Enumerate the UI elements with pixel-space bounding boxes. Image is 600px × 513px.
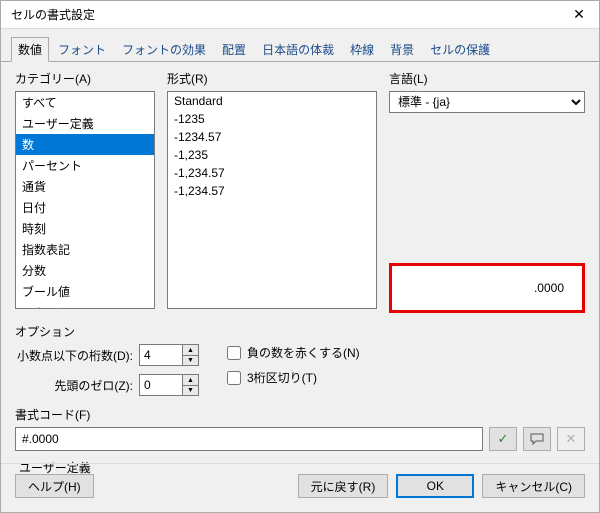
- category-item[interactable]: パーセント: [16, 155, 154, 176]
- decimal-places-label: 小数点以下の桁数(D):: [15, 347, 133, 364]
- leading-zeros-spinner[interactable]: ▲▼: [139, 374, 199, 396]
- tab-0[interactable]: 数値: [11, 37, 49, 62]
- tab-1[interactable]: フォント: [51, 37, 113, 61]
- format-item[interactable]: -1,234.57: [168, 182, 376, 200]
- titlebar: セルの書式設定 ✕: [1, 1, 599, 29]
- category-item[interactable]: テキスト: [16, 302, 154, 309]
- thousands-input[interactable]: [227, 371, 241, 385]
- category-item[interactable]: 日付: [16, 197, 154, 218]
- tab-3[interactable]: 配置: [215, 37, 253, 61]
- preview-box: .0000: [389, 263, 585, 313]
- window-title: セルの書式設定: [11, 6, 95, 23]
- format-heading: 形式(R): [167, 70, 377, 87]
- format-item[interactable]: -1,235: [168, 146, 376, 164]
- comment-icon: [530, 433, 544, 445]
- tab-6[interactable]: 背景: [383, 37, 421, 61]
- tab-2[interactable]: フォントの効果: [115, 37, 213, 61]
- dialog-footer: ヘルプ(H) 元に戻す(R) OK キャンセル(C): [1, 463, 599, 512]
- format-code-input[interactable]: [15, 427, 483, 451]
- close-button[interactable]: ✕: [559, 1, 599, 29]
- category-item[interactable]: 通貨: [16, 176, 154, 197]
- dialog-body: カテゴリー(A) すべてユーザー定義数パーセント通貨日付時刻指数表記分数ブール値…: [1, 62, 599, 484]
- tab-7[interactable]: セルの保護: [423, 37, 497, 61]
- help-button[interactable]: ヘルプ(H): [15, 474, 94, 498]
- tab-strip: 数値フォントフォントの効果配置日本語の体裁枠線背景セルの保護: [1, 29, 599, 62]
- spin-down-icon[interactable]: ▼: [183, 355, 199, 366]
- apply-code-button[interactable]: ✓: [489, 427, 517, 451]
- format-item[interactable]: -1235: [168, 110, 376, 128]
- edit-comment-button[interactable]: [523, 427, 551, 451]
- format-item[interactable]: Standard: [168, 92, 376, 110]
- category-heading: カテゴリー(A): [15, 70, 155, 87]
- category-item[interactable]: すべて: [16, 92, 154, 113]
- language-select[interactable]: 標準 - {ja}: [389, 91, 585, 113]
- category-item[interactable]: 時刻: [16, 218, 154, 239]
- language-heading: 言語(L): [389, 70, 585, 87]
- leading-zeros-input[interactable]: [139, 374, 183, 396]
- format-cells-dialog: セルの書式設定 ✕ 数値フォントフォントの効果配置日本語の体裁枠線背景セルの保護…: [0, 0, 600, 513]
- decimal-places-input[interactable]: [139, 344, 183, 366]
- category-item[interactable]: 数: [16, 134, 154, 155]
- category-item[interactable]: 指数表記: [16, 239, 154, 260]
- cancel-button[interactable]: キャンセル(C): [482, 474, 585, 498]
- decimal-places-spinner[interactable]: ▲▼: [139, 344, 199, 366]
- options-heading: オプション: [15, 323, 585, 340]
- format-code-heading: 書式コード(F): [15, 406, 585, 423]
- leading-zeros-label: 先頭のゼロ(Z):: [15, 377, 133, 394]
- neg-red-label: 負の数を赤くする(N): [247, 344, 360, 361]
- spin-up-icon[interactable]: ▲: [183, 344, 199, 355]
- neg-red-checkbox[interactable]: 負の数を赤くする(N): [227, 344, 360, 361]
- spin-down-icon[interactable]: ▼: [183, 385, 199, 396]
- reset-button[interactable]: 元に戻す(R): [298, 474, 389, 498]
- thousands-checkbox[interactable]: 3桁区切り(T): [227, 369, 360, 386]
- format-listbox[interactable]: Standard-1235-1234.57-1,235-1,234.57-1,2…: [167, 91, 377, 309]
- preview-value: .0000: [534, 281, 564, 295]
- category-item[interactable]: 分数: [16, 260, 154, 281]
- format-item[interactable]: -1234.57: [168, 128, 376, 146]
- delete-code-button: ✕: [557, 427, 585, 451]
- spin-up-icon[interactable]: ▲: [183, 374, 199, 385]
- tab-4[interactable]: 日本語の体裁: [255, 37, 341, 61]
- category-item[interactable]: ユーザー定義: [16, 113, 154, 134]
- ok-button[interactable]: OK: [396, 474, 474, 498]
- tab-5[interactable]: 枠線: [343, 37, 381, 61]
- category-item[interactable]: ブール値: [16, 281, 154, 302]
- category-listbox[interactable]: すべてユーザー定義数パーセント通貨日付時刻指数表記分数ブール値テキスト: [15, 91, 155, 309]
- format-item[interactable]: -1,234.57: [168, 164, 376, 182]
- neg-red-input[interactable]: [227, 346, 241, 360]
- thousands-label: 3桁区切り(T): [247, 369, 317, 386]
